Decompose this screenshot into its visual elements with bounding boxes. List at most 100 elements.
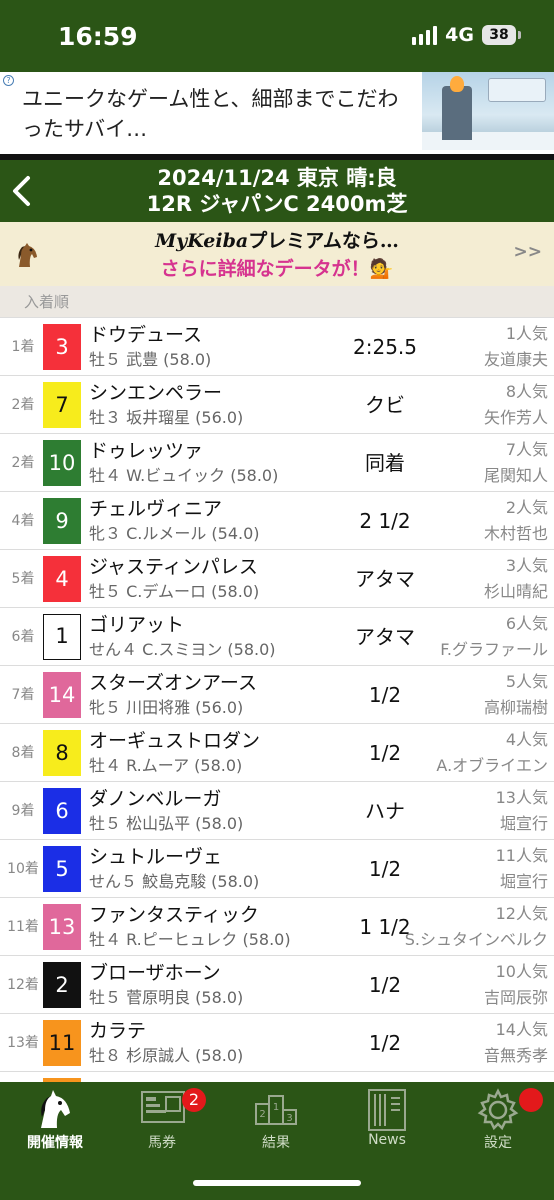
result-row[interactable]: 12着 2 ブローザホーン 牡５ 菅原明良 (58.0) 1/2 10人気 吉岡… [0,956,554,1014]
finish-margin: ハナ [365,799,405,823]
settings-alert-dot [519,1088,543,1112]
finish-rank: 12着 [7,977,39,993]
results-list[interactable]: 1着 3 ドウデュース 牡５ 武豊 (58.0) 2:25.5 1人気 友道康夫… [0,318,554,1082]
popularity: 11人気 [495,846,548,865]
trainer: 吉岡辰弥 [483,988,548,1007]
gear-icon [477,1088,519,1131]
tab-meeting-info[interactable]: 開催情報 [0,1082,110,1162]
premium-line1: MyKeibaプレミアムなら… [0,228,554,254]
race-name: 12R ジャパンC 2400m芝 [146,192,408,216]
horse-number-badge: 9 [43,498,81,544]
ad-image[interactable] [422,72,554,150]
horse-info: 牝５ 川田将雅 (56.0) [89,698,244,717]
popularity: 5人気 [505,672,548,691]
finish-margin: アタマ [355,625,415,649]
result-row-partial[interactable] [0,1072,554,1082]
finish-rank: 13着 [7,1035,39,1051]
premium-more-arrow[interactable]: >> [514,242,543,262]
svg-text:2: 2 [259,1109,265,1120]
horse-info: 牡５ 松山弘平 (58.0) [89,814,244,833]
result-row[interactable]: 2着 10 ドゥレッツァ 牡４ W.ビュイック (58.0) 同着 7人気 尾関… [0,434,554,492]
finish-rank: 8着 [11,745,35,761]
finish-rank: 10着 [7,861,39,877]
ad-banner[interactable]: ? ユニークなゲーム性と、細部までこだわったサバイ… [0,72,554,154]
battery-level: 38 [489,27,509,43]
popularity: 8人気 [505,382,548,401]
finish-rank: 5着 [11,571,35,587]
horse-info: 牡４ W.ビュイック (58.0) [89,466,279,485]
premium-banner[interactable]: MyKeibaプレミアムなら… さらに詳細なデータが！💁 >> [0,222,554,286]
horse-number-badge: 6 [43,788,81,834]
finish-margin: クビ [365,393,405,417]
popularity: 14人気 [495,1020,548,1039]
trainer: 杉山晴紀 [483,582,548,601]
race-date-venue: 2024/11/24 東京 晴:良 [157,166,397,190]
result-row[interactable]: 11着 13 ファンタスティック 牡４ R.ピーヒュレク (58.0) 1 1/… [0,898,554,956]
horse-name: チェルヴィニア [89,498,223,520]
horse-info: 牡５ 菅原明良 (58.0) [89,988,244,1007]
finish-rank: 2着 [11,455,35,471]
trainer: 尾関知人 [483,466,548,485]
result-row[interactable]: 13着 11 カラテ 牡８ 杉原誠人 (58.0) 1/2 14人気 音無秀孝 [0,1014,554,1072]
ticket-icon [141,1091,185,1123]
tab-news[interactable]: News [332,1082,442,1162]
finish-margin: 1/2 [368,857,402,881]
horse-info: せん５ 鮫島克駿 (58.0) [89,872,260,891]
result-row[interactable]: 10着 5 シュトルーヴェ せん５ 鮫島克駿 (58.0) 1/2 11人気 堀… [0,840,554,898]
svg-text:3: 3 [286,1113,292,1124]
trainer: A.オブライエン [436,756,548,775]
result-row[interactable]: 8着 8 オーギュストロダン 牡４ R.ムーア (58.0) 1/2 4人気 A… [0,724,554,782]
home-indicator[interactable] [193,1180,361,1186]
horse-name: ファンタスティック [89,904,259,926]
status-bar: 16:59 4G 38 [0,0,554,72]
result-row[interactable]: 7着 14 スターズオンアース 牝５ 川田将雅 (56.0) 1/2 5人気 高… [0,666,554,724]
horse-number-badge: 5 [43,846,81,892]
tab-tickets[interactable]: 2 馬券 [107,1082,217,1162]
horse-name: オーギュストロダン [89,730,261,752]
trainer: 木村哲也 [483,524,548,543]
horse-info: 牡８ 杉原誠人 (58.0) [89,1046,244,1065]
result-row[interactable]: 9着 6 ダノンベルーガ 牡５ 松山弘平 (58.0) ハナ 13人気 堀宣行 [0,782,554,840]
popularity: 6人気 [505,614,548,633]
network-type: 4G [445,24,474,46]
result-row[interactable]: 2着 7 シンエンペラー 牡３ 坂井瑠星 (56.0) クビ 8人気 矢作芳人 [0,376,554,434]
horse-name: ドウデュース [89,324,203,346]
trainer: 高柳瑞樹 [483,698,548,717]
premium-brand: MyKeiba [155,230,249,252]
ad-info-icon[interactable]: ? [3,75,14,86]
popularity: 1人気 [505,324,548,343]
finish-rank: 2着 [11,397,35,413]
trainer: F.グラファール [440,640,548,659]
horse-name: ジャスティンパレス [89,556,258,578]
tab-label: News [368,1132,406,1148]
trainer: 音無秀孝 [483,1046,548,1065]
finish-margin: 1/2 [368,1031,402,1055]
result-row[interactable]: 5着 4 ジャスティンパレス 牡５ C.デムーロ (58.0) アタマ 3人気 … [0,550,554,608]
result-row[interactable]: 1着 3 ドウデュース 牡５ 武豊 (58.0) 2:25.5 1人気 友道康夫 [0,318,554,376]
tickets-badge: 2 [182,1088,206,1112]
race-header: 2024/11/24 東京 晴:良 12R ジャパンC 2400m芝 [0,160,554,222]
trainer: 堀宣行 [499,872,548,891]
popularity: 7人気 [505,440,548,459]
horse-info: 牝３ C.ルメール (54.0) [89,524,260,543]
section-header: 入着順 [0,286,554,318]
signal-icon [412,25,438,45]
tab-label: 開催情報 [27,1135,83,1151]
horse-number-badge: 14 [43,672,81,718]
horse-number-badge: 3 [43,324,81,370]
horse-info: 牡３ 坂井瑠星 (56.0) [89,408,244,427]
ad-text[interactable]: ユニークなゲーム性と、細部までこだわったサバイ… [22,84,407,144]
horse-info: 牡４ R.ムーア (58.0) [89,756,243,775]
tab-results[interactable]: 1 2 3 結果 [221,1082,331,1162]
result-row[interactable]: 4着 9 チェルヴィニア 牝３ C.ルメール (54.0) 2 1/2 2人気 … [0,492,554,550]
trainer: 堀宣行 [499,814,548,833]
finish-margin: 2 1/2 [359,509,411,533]
popularity: 10人気 [495,962,548,981]
horse-number-badge: 4 [43,556,81,602]
horse-name: ゴリアット [89,614,185,636]
horse-name: ダノンベルーガ [89,788,222,810]
battery-icon: 38 [482,25,521,45]
result-row[interactable]: 6着 1 ゴリアット せん４ C.スミヨン (58.0) アタマ 6人気 F.グ… [0,608,554,666]
trainer: 友道康夫 [483,350,548,369]
tab-settings[interactable]: 設定 [443,1082,553,1162]
